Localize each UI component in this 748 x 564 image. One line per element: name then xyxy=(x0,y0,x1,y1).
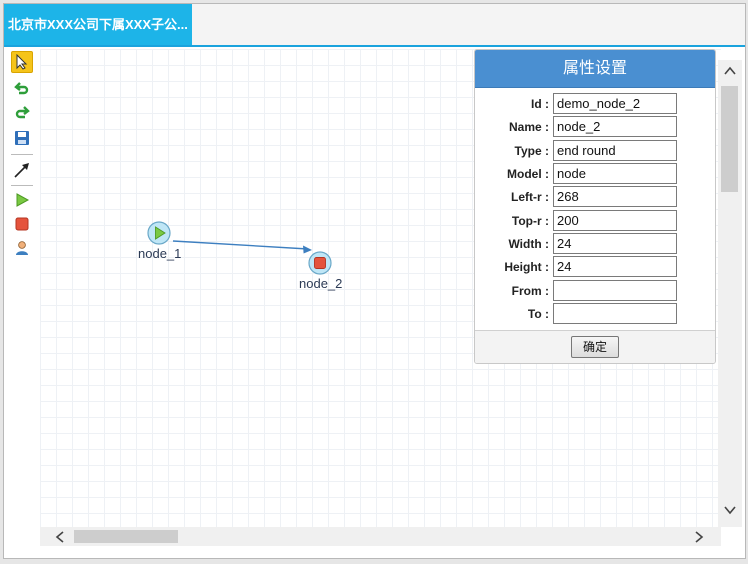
field-label: From : xyxy=(511,284,549,298)
properties-footer: 确定 xyxy=(475,330,715,363)
id-input[interactable] xyxy=(553,93,677,114)
select-pointer-button[interactable] xyxy=(11,51,33,73)
field-label: To : xyxy=(527,307,549,321)
tab-company[interactable]: 北京市XXX公司下属XXX子公... xyxy=(4,4,192,45)
field-row-left: Left-r : xyxy=(475,186,715,208)
field-label: Left-r : xyxy=(511,190,549,204)
start-node-icon xyxy=(16,193,30,207)
top-input[interactable] xyxy=(553,210,677,231)
width-input[interactable] xyxy=(553,233,677,254)
undo-icon xyxy=(14,82,29,95)
end-node-tool[interactable] xyxy=(11,213,33,235)
task-user-icon xyxy=(16,241,28,255)
field-row-width: Width : xyxy=(475,233,715,255)
confirm-button[interactable]: 确定 xyxy=(571,336,619,358)
redo-button[interactable] xyxy=(11,102,33,124)
field-row-name: Name : xyxy=(475,116,715,138)
task-user-tool[interactable] xyxy=(11,237,33,259)
undo-button[interactable] xyxy=(11,78,33,100)
toolbar-divider xyxy=(11,185,33,186)
transition-line-icon xyxy=(14,163,29,178)
toolbar-divider xyxy=(11,154,33,155)
horizontal-scrollbar[interactable] xyxy=(40,527,721,546)
height-input[interactable] xyxy=(553,256,677,277)
field-row-model: Model : xyxy=(475,163,715,185)
scroll-down-icon[interactable] xyxy=(724,502,736,518)
end-node[interactable] xyxy=(308,251,332,275)
redo-icon xyxy=(15,106,30,119)
from-input[interactable] xyxy=(553,280,677,301)
field-row-id: Id : xyxy=(475,93,715,115)
field-label: Id : xyxy=(531,97,549,111)
node-label: node_2 xyxy=(299,276,343,291)
field-label: Width : xyxy=(508,237,549,251)
name-input[interactable] xyxy=(553,116,677,137)
to-input[interactable] xyxy=(553,303,677,324)
tool-palette xyxy=(8,51,37,531)
scroll-up-icon[interactable] xyxy=(724,63,736,79)
field-row-type: Type : xyxy=(475,140,715,162)
start-node[interactable] xyxy=(147,221,171,245)
field-label: Model : xyxy=(507,167,549,181)
properties-title: 属性设置 xyxy=(475,50,715,88)
save-icon xyxy=(15,131,29,145)
scroll-left-icon[interactable] xyxy=(55,530,65,546)
field-row-top: Top-r : xyxy=(475,210,715,232)
select-pointer-icon xyxy=(16,54,28,70)
save-button[interactable] xyxy=(11,127,33,149)
type-input[interactable] xyxy=(553,140,677,161)
vertical-scrollbar[interactable] xyxy=(718,60,742,527)
start-node-icon xyxy=(147,221,171,245)
properties-panel: 属性设置 Id : Name : Type : Model : Left-r : xyxy=(474,49,716,364)
tab-bar: 北京市XXX公司下属XXX子公... xyxy=(4,4,745,47)
horizontal-scroll-thumb[interactable] xyxy=(74,530,178,543)
field-row-to: To : xyxy=(475,303,715,325)
field-row-height: Height : xyxy=(475,256,715,278)
model-input[interactable] xyxy=(553,163,677,184)
flow-canvas[interactable]: node_1 node_2 属性设置 Id : Name : Type : xyxy=(40,49,721,527)
left-input[interactable] xyxy=(553,186,677,207)
field-label: Type : xyxy=(514,144,549,158)
start-node-tool[interactable] xyxy=(11,189,33,211)
designer-window: 北京市XXX公司下属XXX子公... node_1 node_2 属性设置 Id… xyxy=(3,3,746,559)
transition-line[interactable] xyxy=(172,240,309,250)
node-label: node_1 xyxy=(138,246,182,261)
end-round-icon xyxy=(308,251,332,275)
field-label: Top-r : xyxy=(511,214,549,228)
field-label: Name : xyxy=(508,120,549,134)
field-label: Height : xyxy=(504,260,549,274)
field-row-from: From : xyxy=(475,280,715,302)
transition-line-button[interactable] xyxy=(11,159,33,181)
vertical-scroll-thumb[interactable] xyxy=(721,86,738,192)
end-node-icon xyxy=(15,217,29,231)
scroll-right-icon[interactable] xyxy=(694,530,704,546)
